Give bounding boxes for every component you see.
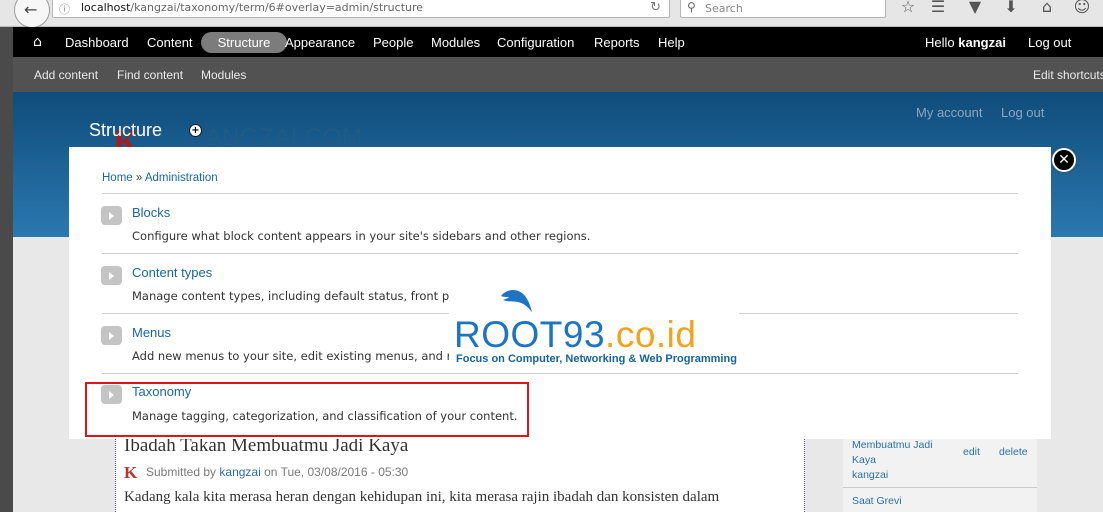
article-column: Ibadah Takan Membuatmu Jadi Kaya K Submi… [115, 435, 805, 512]
toolbar-appearance[interactable]: Appearance [285, 35, 355, 50]
pocket-icon[interactable]: ▼ [964, 0, 986, 18]
section-blocks-title[interactable]: Blocks [132, 205, 170, 220]
toolbar-logout[interactable]: Log out [1028, 35, 1071, 50]
section-blocks-description: Configure what block content appears in … [132, 229, 591, 243]
blocks-arrow-icon[interactable] [101, 206, 122, 225]
url-bar[interactable]: ⓘ localhost/kangzai/taxonomy/term/6#over… [52, 0, 692, 18]
overlay-page-title: Structure [89, 120, 163, 140]
article-meta: Submitted by kangzai on Tue, 03/08/2016 … [146, 465, 409, 479]
taxonomy-highlight-box [85, 382, 529, 437]
author-avatar-icon: K [124, 463, 138, 482]
my-account-link[interactable]: My account [916, 105, 982, 120]
dolphin-icon [501, 290, 532, 312]
watermark-tagline: Focus on Computer, Networking & Web Prog… [456, 353, 737, 365]
sidebar-item-author[interactable]: kangzai [852, 469, 888, 481]
home-icon[interactable]: ⌂ [1036, 0, 1058, 18]
section-content-types-title[interactable]: Content types [132, 265, 212, 280]
section-content-types-description: Manage content types, including default … [132, 289, 457, 303]
url-text: localhost/kangzai/taxonomy/term/6#overla… [81, 1, 424, 14]
content-types-arrow-icon[interactable] [101, 266, 122, 285]
breadcrumb-administration[interactable]: Administration [145, 172, 218, 184]
divider [102, 193, 1018, 194]
toolbar-configuration[interactable]: Configuration [497, 35, 574, 50]
toolbar-reports[interactable]: Reports [594, 35, 640, 50]
shortcut-find-content[interactable]: Find content [117, 68, 183, 82]
section-menus-title[interactable]: Menus [132, 325, 171, 340]
divider [102, 253, 1018, 254]
header-logout-link[interactable]: Log out [1001, 105, 1044, 120]
sidebar-item-title-line-2[interactable]: Kaya [852, 454, 876, 466]
emoji-icon[interactable]: ☺ [1071, 0, 1093, 18]
search-placeholder: Search [705, 2, 743, 15]
toolbar-modules[interactable]: Modules [431, 35, 480, 50]
add-shortcut-icon[interactable]: + [189, 124, 202, 137]
sidebar-block: Membuatmu Jadi Kaya kangzai edit delete … [843, 437, 1037, 512]
home-icon[interactable]: ⌂ [33, 34, 42, 50]
window-edge [0, 27, 13, 512]
bookmark-star-icon[interactable]: ☆ [897, 0, 919, 18]
sidebar-next-item[interactable]: Saat Grevi [852, 495, 902, 507]
user-greeting[interactable]: Hello kangzai [925, 35, 1006, 50]
menus-arrow-icon[interactable] [101, 326, 122, 345]
toolbar-dashboard[interactable]: Dashboard [65, 35, 129, 50]
toolbar-content[interactable]: Content [147, 35, 193, 50]
watermark-brand: ROOT93.co.id [454, 314, 697, 355]
download-icon[interactable]: ⬇ [1000, 0, 1022, 18]
close-overlay-button[interactable]: ✕ [1052, 148, 1076, 172]
browser-toolbar: ← ⓘ localhost/kangzai/taxonomy/term/6#ov… [0, 0, 1103, 28]
author-link[interactable]: kangzai [219, 465, 260, 479]
reload-icon[interactable]: ↻ [650, 0, 661, 15]
shortcuts-bar: Add content Find content Modules Edit sh… [13, 57, 1103, 92]
reading-list-icon[interactable]: ☰ [927, 0, 949, 18]
sidebar-item-title-line-1[interactable]: Membuatmu Jadi [852, 439, 933, 451]
toolbar-structure[interactable]: Structure [201, 32, 287, 53]
watermark-logo: ROOT93.co.id Focus on Computer, Networki… [449, 290, 739, 372]
toolbar-structure-label: Structure [217, 35, 271, 50]
admin-toolbar: ⌂ Dashboard Content Structure Appearance… [13, 27, 1103, 57]
sidebar-divider [843, 487, 1037, 488]
section-menus-description: Add new menus to your site, edit existin… [132, 349, 452, 363]
sidebar-delete-link[interactable]: delete [999, 446, 1028, 458]
toolbar-people[interactable]: People [373, 35, 413, 50]
breadcrumb-home[interactable]: Home [102, 172, 133, 184]
search-icon: ⚲ [687, 0, 696, 14]
back-arrow-icon: ← [24, 0, 38, 19]
browser-search-input[interactable]: ⚲ Search [680, 0, 886, 18]
divider [102, 373, 1018, 374]
edit-shortcuts-link[interactable]: Edit shortcuts [1033, 68, 1103, 82]
back-button[interactable]: ← [14, 0, 50, 28]
sidebar-edit-link[interactable]: edit [963, 446, 980, 458]
breadcrumb: Home » Administration [102, 172, 218, 184]
site-info-icon[interactable]: ⓘ [59, 1, 70, 17]
toolbar-help[interactable]: Help [658, 35, 685, 50]
shortcut-add-content[interactable]: Add content [34, 68, 98, 82]
shortcut-modules[interactable]: Modules [201, 68, 246, 82]
article-snippet: Kadang kala kita merasa heran dengan keh… [124, 489, 720, 505]
